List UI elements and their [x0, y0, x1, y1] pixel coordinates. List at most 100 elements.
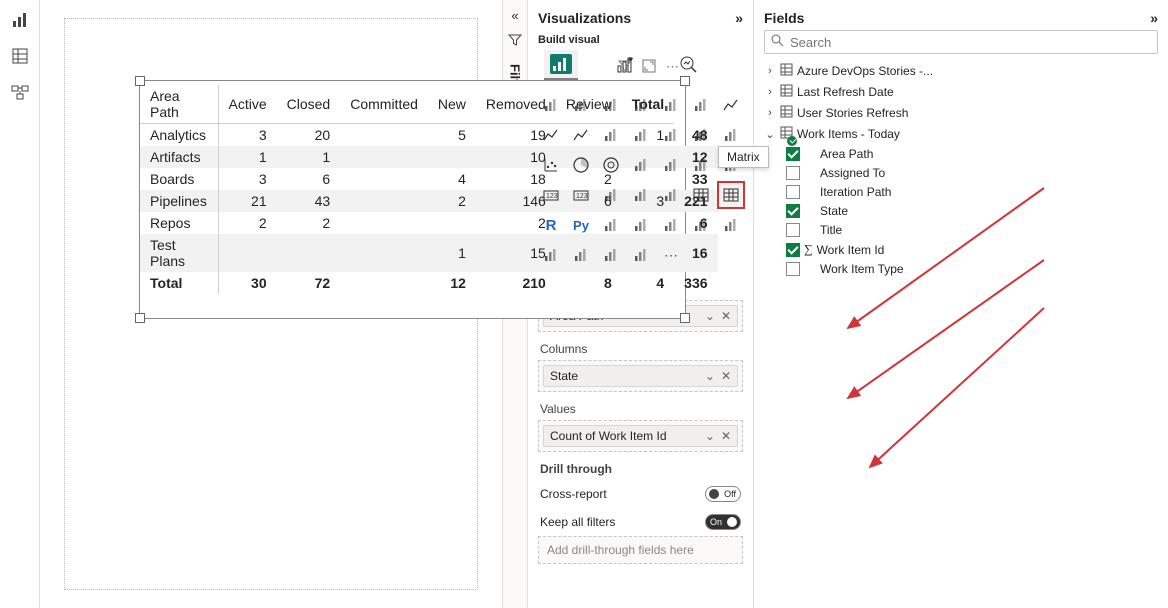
- clustered-bar-viz-icon[interactable]: [568, 92, 594, 118]
- chevron-right-icon[interactable]: ›: [764, 107, 776, 119]
- power-automate-viz-icon[interactable]: [598, 242, 624, 268]
- report-canvas[interactable]: ⋯ Area PathActiveClosedCommittedNewRemov…: [40, 0, 502, 608]
- report-view-icon[interactable]: [10, 10, 30, 30]
- remove-field-icon[interactable]: ✕: [721, 369, 731, 383]
- power-apps-viz-icon[interactable]: [568, 242, 594, 268]
- stacked-column-viz-icon[interactable]: [658, 92, 684, 118]
- resize-handle[interactable]: [680, 76, 690, 86]
- keep-filters-toggle[interactable]: On: [705, 514, 741, 530]
- search-input[interactable]: [790, 35, 1151, 50]
- field-checkbox[interactable]: [786, 166, 800, 180]
- table-user-stories-refresh[interactable]: ›User Stories Refresh: [764, 104, 1158, 122]
- ribbon-viz-icon[interactable]: [658, 122, 684, 148]
- stacked-bar-100-viz-icon[interactable]: [598, 92, 624, 118]
- scatter-viz-icon[interactable]: [538, 152, 564, 178]
- line-clustered-viz-icon[interactable]: [598, 122, 624, 148]
- chevron-down-icon[interactable]: ⌄: [764, 128, 776, 141]
- stacked-column-100-viz-icon[interactable]: [688, 92, 714, 118]
- narrative-viz-icon[interactable]: [688, 212, 714, 238]
- filled-map-viz-icon[interactable]: [688, 152, 714, 178]
- waterfall-viz-icon[interactable]: [688, 122, 714, 148]
- matrix-viz-icon[interactable]: [718, 182, 744, 208]
- field-iteration-path[interactable]: Iteration Path: [764, 184, 1158, 200]
- row-label: Repos: [140, 212, 218, 234]
- multi-row-card-viz-icon[interactable]: [598, 182, 624, 208]
- goals-viz-icon[interactable]: [718, 212, 744, 238]
- more-viz-icon[interactable]: ⋯: [658, 242, 684, 268]
- chevron-down-icon[interactable]: ⌄: [705, 309, 715, 323]
- kpi-viz-icon[interactable]: [628, 182, 654, 208]
- chevron-down-icon[interactable]: ⌄: [705, 429, 715, 443]
- resize-handle[interactable]: [680, 313, 690, 323]
- table-last-refresh-date[interactable]: ›Last Refresh Date: [764, 83, 1158, 101]
- data-view-icon[interactable]: [10, 46, 30, 66]
- r-viz-icon[interactable]: R: [538, 212, 564, 238]
- field-title[interactable]: Title: [764, 222, 1158, 238]
- collapse-fields-icon[interactable]: »: [1150, 10, 1158, 26]
- chevron-right-icon[interactable]: ›: [764, 86, 776, 98]
- fields-title: Fields: [764, 10, 804, 26]
- filters-pane-icon[interactable]: [508, 33, 522, 50]
- field-state[interactable]: State: [764, 203, 1158, 219]
- fields-search[interactable]: [764, 30, 1158, 54]
- build-visual-tab[interactable]: [544, 50, 578, 80]
- field-name: Title: [820, 223, 842, 237]
- field-checkbox[interactable]: [786, 185, 800, 199]
- field-checkbox[interactable]: [786, 204, 800, 218]
- card-viz-icon[interactable]: 123: [568, 182, 594, 208]
- column-header: New: [428, 85, 476, 124]
- field-area-path[interactable]: Area Path: [764, 146, 1158, 162]
- model-view-icon[interactable]: [10, 82, 30, 102]
- decomposition-viz-icon[interactable]: [628, 212, 654, 238]
- pie-viz-icon[interactable]: [568, 152, 594, 178]
- funnel-viz-icon[interactable]: [718, 122, 744, 148]
- visual-filter-icon[interactable]: [618, 59, 632, 76]
- donut-viz-icon[interactable]: [598, 152, 624, 178]
- key-influencers-viz-icon[interactable]: [598, 212, 624, 238]
- table-azure-devops-stories-[interactable]: ›Azure DevOps Stories -...: [764, 62, 1158, 80]
- slicer-viz-icon[interactable]: [658, 182, 684, 208]
- table-icon: [780, 105, 793, 121]
- treemap-viz-icon[interactable]: [628, 152, 654, 178]
- columns-field-pill[interactable]: State ⌄✕: [543, 365, 738, 387]
- remove-field-icon[interactable]: ✕: [721, 309, 731, 323]
- expand-filters-icon[interactable]: «: [511, 8, 518, 23]
- area-viz-icon[interactable]: [538, 122, 564, 148]
- qna-viz-icon[interactable]: [658, 212, 684, 238]
- visual-focus-icon[interactable]: [642, 59, 656, 76]
- values-field-pill[interactable]: Count of Work Item Id ⌄✕: [543, 425, 738, 447]
- columns-well[interactable]: State ⌄✕: [538, 360, 743, 392]
- stacked-bar-viz-icon[interactable]: [538, 92, 564, 118]
- line-stacked-viz-icon[interactable]: [628, 122, 654, 148]
- resize-handle[interactable]: [135, 76, 145, 86]
- field-work-item-type[interactable]: Work Item Type: [764, 261, 1158, 277]
- py-viz-icon[interactable]: Py: [568, 212, 594, 238]
- table-work-items-today[interactable]: ⌄Work Items - Today: [764, 125, 1158, 143]
- gauge-viz-icon[interactable]: 123: [538, 182, 564, 208]
- cross-report-toggle[interactable]: Off: [705, 486, 741, 502]
- clustered-column-viz-icon[interactable]: [628, 92, 654, 118]
- field-checkbox[interactable]: [786, 223, 800, 237]
- field-checkbox[interactable]: [786, 147, 800, 161]
- visual-more-icon[interactable]: ⋯: [666, 59, 679, 76]
- field-work-item-id[interactable]: ∑Work Item Id: [764, 241, 1158, 258]
- chevron-down-icon[interactable]: ⌄: [705, 369, 715, 383]
- line-viz-icon[interactable]: [718, 92, 744, 118]
- field-assigned-to[interactable]: Assigned To: [764, 165, 1158, 181]
- stacked-area-viz-icon[interactable]: [568, 122, 594, 148]
- table-viz-icon[interactable]: [688, 182, 714, 208]
- map-viz-icon[interactable]: [658, 152, 684, 178]
- fields-pane: Fields » ›Azure DevOps Stories -... ›Last…: [754, 0, 1168, 608]
- column-header: Closed: [277, 85, 341, 124]
- collapse-viz-icon[interactable]: »: [735, 10, 743, 26]
- visualizations-title: Visualizations: [538, 10, 631, 26]
- drill-through-well[interactable]: Add drill-through fields here: [538, 536, 743, 564]
- remove-field-icon[interactable]: ✕: [721, 429, 731, 443]
- chevron-right-icon[interactable]: ›: [764, 65, 776, 77]
- values-well[interactable]: Count of Work Item Id ⌄✕: [538, 420, 743, 452]
- field-checkbox[interactable]: [786, 262, 800, 276]
- field-checkbox[interactable]: [786, 243, 800, 257]
- arcgis-viz-icon[interactable]: [628, 242, 654, 268]
- resize-handle[interactable]: [135, 313, 145, 323]
- paginated-viz-icon[interactable]: [538, 242, 564, 268]
